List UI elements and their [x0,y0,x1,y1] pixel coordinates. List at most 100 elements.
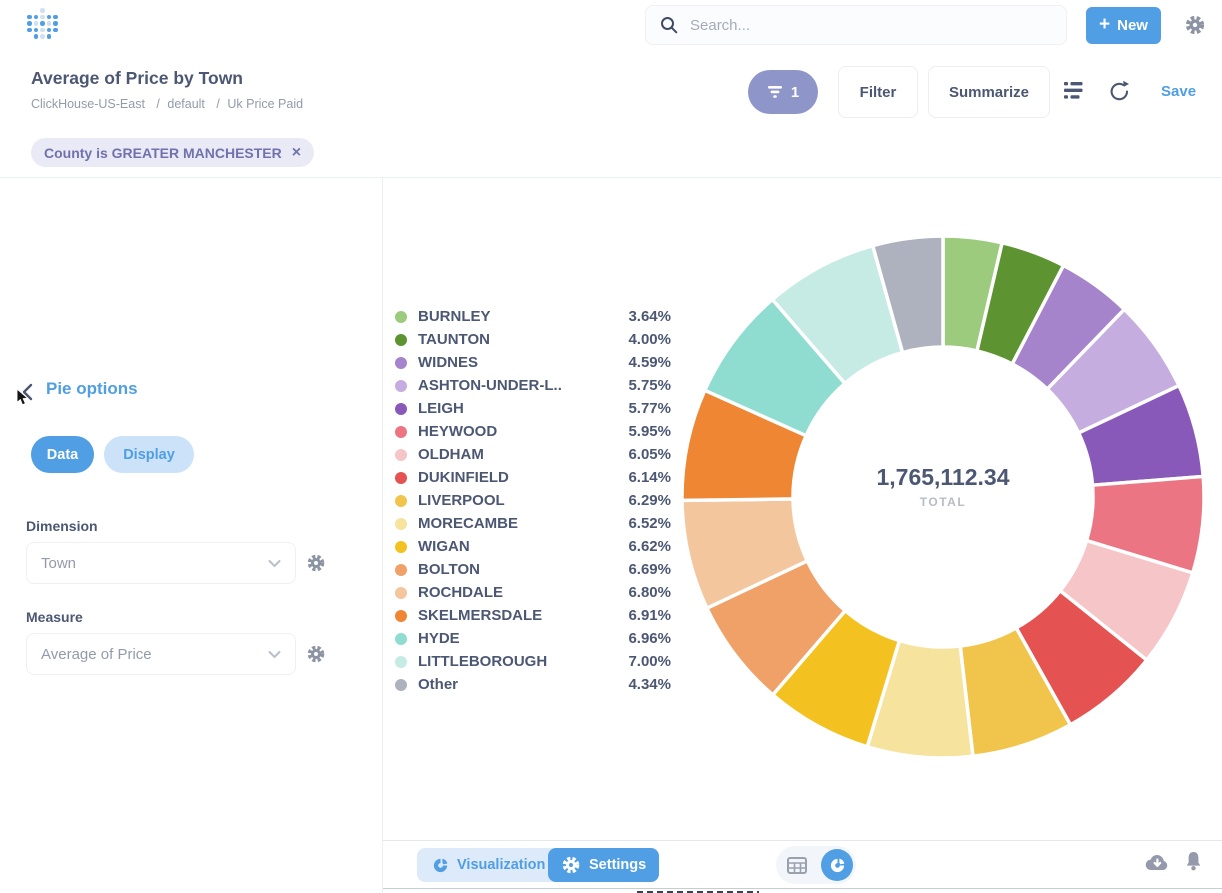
legend-percent: 6.96% [607,630,671,647]
logo-dot [47,15,52,20]
plus-icon: + [1099,15,1110,34]
logo-dot [27,28,32,33]
pie-options-sidebar: Pie options Data Display Dimension Town … [0,178,383,893]
metabase-logo-icon[interactable] [27,8,61,42]
breadcrumb-table[interactable]: Uk Price Paid [227,97,303,111]
dimension-label: Dimension [26,518,98,534]
legend-item[interactable]: SKELMERSDALE6.91% [395,604,671,627]
legend-label: ASHTON-UNDER-L.. [418,377,607,394]
settings-button-label: Settings [589,857,646,873]
chart-view-icon[interactable] [821,849,853,881]
legend-label: HEYWOOD [418,423,607,440]
settings-button[interactable]: Settings [548,848,659,882]
dimension-settings-gear-icon[interactable] [306,553,326,578]
legend-swatch-icon [395,656,407,668]
logo-dot [47,34,52,39]
legend-item[interactable]: HEYWOOD5.95% [395,420,671,443]
legend-item[interactable]: BURNLEY3.64% [395,305,671,328]
table-view-icon[interactable] [787,857,807,874]
legend-label: LIVERPOOL [418,492,607,509]
chevron-down-icon [268,650,281,659]
breadcrumb-schema[interactable]: default [167,97,205,111]
new-button-label: New [1117,17,1148,34]
legend-percent: 4.00% [607,331,671,348]
legend-swatch-icon [395,380,407,392]
logo-dot [34,15,39,20]
filter-chip[interactable]: County is GREATER MANCHESTER × [31,138,314,167]
legend-percent: 5.75% [607,377,671,394]
measure-select[interactable]: Average of Price [26,633,296,675]
tab-data[interactable]: Data [31,436,94,473]
breadcrumb-database[interactable]: ClickHouse-US-East [31,97,145,111]
measure-label: Measure [26,609,83,625]
legend-swatch-icon [395,518,407,530]
legend-label: LEIGH [418,400,607,417]
legend-percent: 6.91% [607,607,671,624]
legend-item[interactable]: OLDHAM6.05% [395,443,671,466]
table-chart-toggle [776,846,856,884]
measure-settings-gear-icon[interactable] [306,644,326,669]
legend-item[interactable]: LITTLEBOROUGH7.00% [395,650,671,673]
logo-dot [27,15,32,20]
pie-chart: 1,765,112.34 TOTAL [673,227,1213,767]
legend-label: SKELMERSDALE [418,607,607,624]
legend-swatch-icon [395,472,407,484]
legend-percent: 5.95% [607,423,671,440]
legend-percent: 6.80% [607,584,671,601]
legend-item[interactable]: MORECAMBE6.52% [395,512,671,535]
logo-dot [53,15,58,20]
logo-dot [47,28,52,33]
download-icon[interactable] [1145,853,1170,876]
logo-dot [47,21,52,26]
question-title[interactable]: Average of Price by Town [31,68,243,89]
legend-item[interactable]: TAUNTON4.00% [395,328,671,351]
dimension-select[interactable]: Town [26,542,296,584]
legend-item[interactable]: BOLTON6.69% [395,558,671,581]
legend-item[interactable]: DUKINFIELD6.14% [395,466,671,489]
legend-item[interactable]: LIVERPOOL6.29% [395,489,671,512]
back-chevron-icon[interactable] [22,383,33,406]
admin-gear-icon[interactable] [1184,14,1206,41]
logo-dot [40,21,45,26]
legend-percent: 4.59% [607,354,671,371]
legend-item[interactable]: WIGAN6.62% [395,535,671,558]
breadcrumb-separator: / [216,97,219,111]
logo-dot [53,28,58,33]
logo-dot [34,34,39,39]
legend-item[interactable]: ASHTON-UNDER-L..5.75% [395,374,671,397]
logo-dot [34,21,39,26]
logo-dot [40,28,45,33]
visualization-button[interactable]: Visualization [417,848,560,882]
save-button[interactable]: Save [1161,83,1196,100]
bottom-bar: Visualization Settings [383,840,1222,888]
notebook-editor-icon[interactable] [1064,82,1086,104]
bell-icon[interactable] [1184,851,1203,876]
legend-swatch-icon [395,541,407,553]
legend-item[interactable]: LEIGH5.77% [395,397,671,420]
new-button[interactable]: + New [1086,7,1161,44]
legend-item[interactable]: Other4.34% [395,673,671,696]
legend-item[interactable]: WIDNES4.59% [395,351,671,374]
legend-item[interactable]: ROCHDALE6.80% [395,581,671,604]
legend-label: BOLTON [418,561,607,578]
legend-percent: 5.77% [607,400,671,417]
pie-legend: BURNLEY3.64%TAUNTON4.00%WIDNES4.59%ASHTO… [395,305,671,696]
tab-display[interactable]: Display [104,436,194,473]
applied-filter-count-pill[interactable]: 1 [748,70,818,114]
legend-label: OLDHAM [418,446,607,463]
pie-chart-svg [673,227,1213,767]
legend-item[interactable]: HYDE6.96% [395,627,671,650]
legend-swatch-icon [395,587,407,599]
measure-value: Average of Price [41,646,152,663]
legend-percent: 7.00% [607,653,671,670]
refresh-icon[interactable] [1108,80,1131,108]
legend-percent: 6.05% [607,446,671,463]
summarize-button[interactable]: Summarize [928,66,1050,118]
filter-button[interactable]: Filter [838,66,918,118]
logo-dot [53,21,58,26]
legend-label: Other [418,676,607,693]
search-bar[interactable] [645,5,1067,45]
remove-filter-icon[interactable]: × [292,145,301,161]
search-input[interactable] [688,16,1032,35]
legend-swatch-icon [395,495,407,507]
